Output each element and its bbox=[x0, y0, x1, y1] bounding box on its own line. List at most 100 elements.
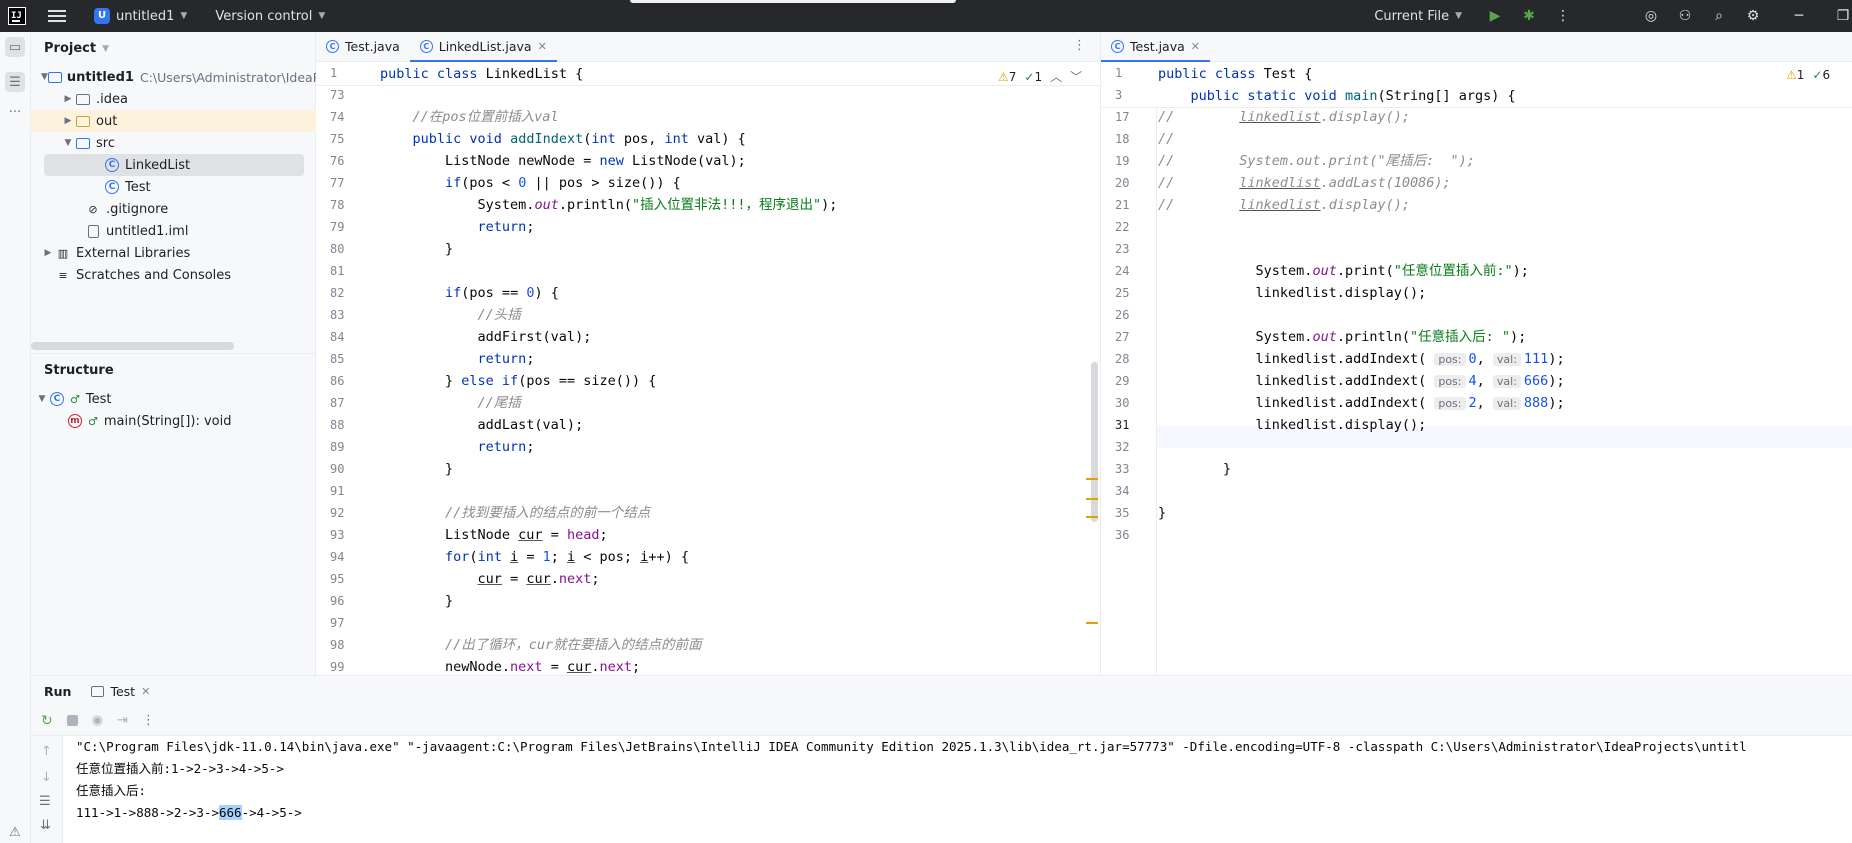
line-number: 30 bbox=[1115, 396, 1130, 410]
chevron-down-icon[interactable]: ﹀ bbox=[1070, 68, 1082, 85]
tree-item-scratches[interactable]: ≡ Scratches and Consoles bbox=[31, 264, 316, 286]
run-config-selector[interactable]: Current File ▼ bbox=[1374, 9, 1462, 24]
debug-icon[interactable]: ✱ bbox=[1520, 7, 1538, 25]
search-everywhere-handle[interactable] bbox=[630, 0, 956, 3]
code-line: //找到要插入的结点的前一个结点 bbox=[445, 505, 651, 521]
code-line: } bbox=[1158, 461, 1232, 477]
code-line: linkedlist.addIndext( pos: 4, val: 666); bbox=[1158, 373, 1565, 389]
close-icon[interactable]: ✕ bbox=[538, 40, 547, 53]
library-icon: ▥ bbox=[57, 246, 69, 260]
more-tabs-icon[interactable]: ⋮ bbox=[1073, 38, 1086, 53]
chevron-right-icon[interactable]: ▶ bbox=[41, 248, 55, 258]
code-line: return; bbox=[477, 439, 535, 455]
line-number: 34 bbox=[1115, 484, 1130, 498]
camera-icon[interactable]: ◉ bbox=[92, 713, 103, 728]
code-line: public void addIndext(int pos, int val) … bbox=[412, 131, 746, 147]
line-number: 35 bbox=[1115, 506, 1130, 520]
scratches-icon: ≡ bbox=[58, 268, 68, 282]
public-modifier-icon: ♂ bbox=[88, 414, 98, 428]
tree-item-src[interactable]: ▼ src bbox=[31, 132, 316, 154]
tree-item-external-libraries[interactable]: ▶ ▥ External Libraries bbox=[31, 242, 316, 264]
title-bar: IJ U untitled1 ▼ Version control ▼ Curre… bbox=[0, 0, 1852, 32]
inspection-widget[interactable]: ⚠7 ✓1 ︿ ﹀ bbox=[998, 68, 1082, 85]
scroll-to-end-icon[interactable]: ⇊ bbox=[40, 818, 51, 833]
code-line: if(pos == 0) { bbox=[445, 285, 559, 301]
tree-item-gitignore[interactable]: ⊘ .gitignore bbox=[31, 198, 316, 220]
structure-item-method[interactable]: m ♂ main(String[]): void bbox=[31, 410, 316, 432]
code-line: linkedlist.display(); bbox=[1158, 285, 1427, 301]
console-line: 任意位置插入前:1->2->3->4->5-> bbox=[76, 761, 284, 776]
vcs-menu[interactable]: Version control ▼ bbox=[215, 9, 325, 24]
more-tools-icon[interactable]: ··· bbox=[5, 102, 25, 122]
source-folder-icon bbox=[75, 136, 91, 150]
tab-right-test-java[interactable]: C Test.java ✕ bbox=[1101, 32, 1210, 63]
warning-marker[interactable] bbox=[1086, 516, 1098, 518]
chevron-up-icon[interactable]: ︿ bbox=[1050, 68, 1062, 85]
close-icon[interactable]: ✕ bbox=[141, 685, 150, 698]
sticky-scope-header[interactable]: 1 3 public class Test { public static vo… bbox=[1101, 62, 1852, 108]
tree-item-out[interactable]: ▶ out bbox=[31, 110, 316, 132]
soft-wrap-icon[interactable]: ☰ bbox=[39, 794, 51, 809]
line-number: 88 bbox=[330, 418, 345, 432]
project-panel-title[interactable]: Project ▼ bbox=[44, 41, 109, 56]
tree-item-test[interactable]: C Test bbox=[31, 176, 316, 198]
line-number: 96 bbox=[330, 594, 345, 608]
rerun-icon[interactable]: ↻ bbox=[41, 713, 53, 729]
chevron-down-icon[interactable]: ▼ bbox=[41, 72, 48, 82]
chevron-down-icon[interactable]: ▼ bbox=[35, 394, 49, 404]
arrow-down-icon[interactable]: ↓ bbox=[41, 770, 52, 785]
line-number-gutter: 1617181920212223242526272829303132333435… bbox=[1101, 62, 1157, 675]
settings-gear-icon[interactable]: ⚙ bbox=[1744, 7, 1762, 25]
code-line: // linkedlist.display(); bbox=[1158, 197, 1410, 213]
intellij-logo-icon: IJ bbox=[8, 7, 26, 25]
restore-window-icon[interactable]: ❐ bbox=[1834, 7, 1852, 25]
stop-icon[interactable] bbox=[66, 715, 78, 726]
structure-icon[interactable]: ☰ bbox=[5, 72, 25, 92]
left-code-editor[interactable]: 73 74 75 76 77 78 79 80 81 82 83 84 85 86 87 88 89 90 91 92… bbox=[316, 62, 1100, 675]
structure-item-class[interactable]: ▼ C ♂ Test bbox=[31, 388, 316, 410]
tab-linkedlist-java[interactable]: C LinkedList.java ✕ bbox=[409, 32, 557, 63]
structure-panel-title: Structure bbox=[44, 363, 114, 378]
tree-item-root[interactable]: ▼ untitled1 C:\Users\Administrator\IdeaP bbox=[31, 66, 316, 88]
problems-icon[interactable]: ⚠ bbox=[5, 822, 25, 842]
code-line: } bbox=[1158, 505, 1167, 521]
exit-icon[interactable]: ⇥ bbox=[117, 713, 128, 728]
line-number: 29 bbox=[1115, 374, 1130, 388]
run-icon[interactable]: ▶ bbox=[1486, 7, 1504, 25]
tab-test-java[interactable]: C Test.java bbox=[316, 32, 410, 62]
project-folder-icon[interactable]: ▭ bbox=[5, 37, 25, 57]
add-user-icon[interactable]: ⚇ bbox=[1676, 7, 1694, 25]
chevron-right-icon[interactable]: ▶ bbox=[61, 116, 75, 126]
code-line: ListNode cur = head; bbox=[380, 527, 608, 543]
more-options-icon[interactable]: ⋮ bbox=[1554, 7, 1572, 25]
tree-item-idea[interactable]: ▶ .idea bbox=[31, 88, 316, 110]
console-icon bbox=[91, 685, 105, 697]
run-tab-test[interactable]: Test ✕ bbox=[91, 684, 150, 699]
search-icon[interactable]: ⌕ bbox=[1710, 7, 1728, 25]
inspection-widget[interactable]: ⚠1 ✓6 bbox=[1786, 68, 1830, 82]
sticky-scope-header[interactable]: 1 public class LinkedList { bbox=[316, 62, 1100, 86]
vcs-label: Version control bbox=[215, 8, 313, 24]
console-line: 任意插入后: bbox=[76, 783, 147, 798]
chevron-down-icon[interactable]: ▼ bbox=[61, 138, 75, 148]
close-icon[interactable]: ✕ bbox=[1191, 40, 1200, 53]
horizontal-scrollbar[interactable] bbox=[31, 342, 234, 350]
more-options-icon[interactable]: ⋮ bbox=[142, 713, 155, 728]
ai-assistant-icon[interactable]: ◎ bbox=[1642, 7, 1660, 25]
warning-marker[interactable] bbox=[1086, 622, 1098, 624]
chevron-right-icon[interactable]: ▶ bbox=[61, 94, 75, 104]
warning-marker[interactable] bbox=[1086, 498, 1098, 500]
right-code-editor[interactable]: 1617181920212223242526272829303132333435… bbox=[1101, 62, 1852, 675]
warning-marker[interactable] bbox=[1086, 478, 1098, 480]
minimize-icon[interactable]: ─ bbox=[1790, 7, 1808, 25]
main-menu-icon[interactable] bbox=[48, 10, 66, 22]
tree-item-iml[interactable]: untitled1.iml bbox=[31, 220, 316, 242]
code-line: } bbox=[380, 593, 454, 609]
line-number: 79 bbox=[330, 220, 345, 234]
line-number: 93 bbox=[330, 528, 345, 542]
project-switcher[interactable]: U untitled1 ▼ bbox=[94, 8, 187, 24]
line-number: 18 bbox=[1115, 132, 1130, 146]
tree-item-linkedlist[interactable]: C LinkedList bbox=[44, 154, 304, 176]
arrow-up-icon[interactable]: ↑ bbox=[41, 744, 52, 759]
left-tool-strip: ▭ ☰ ··· ⚠ bbox=[0, 32, 31, 843]
